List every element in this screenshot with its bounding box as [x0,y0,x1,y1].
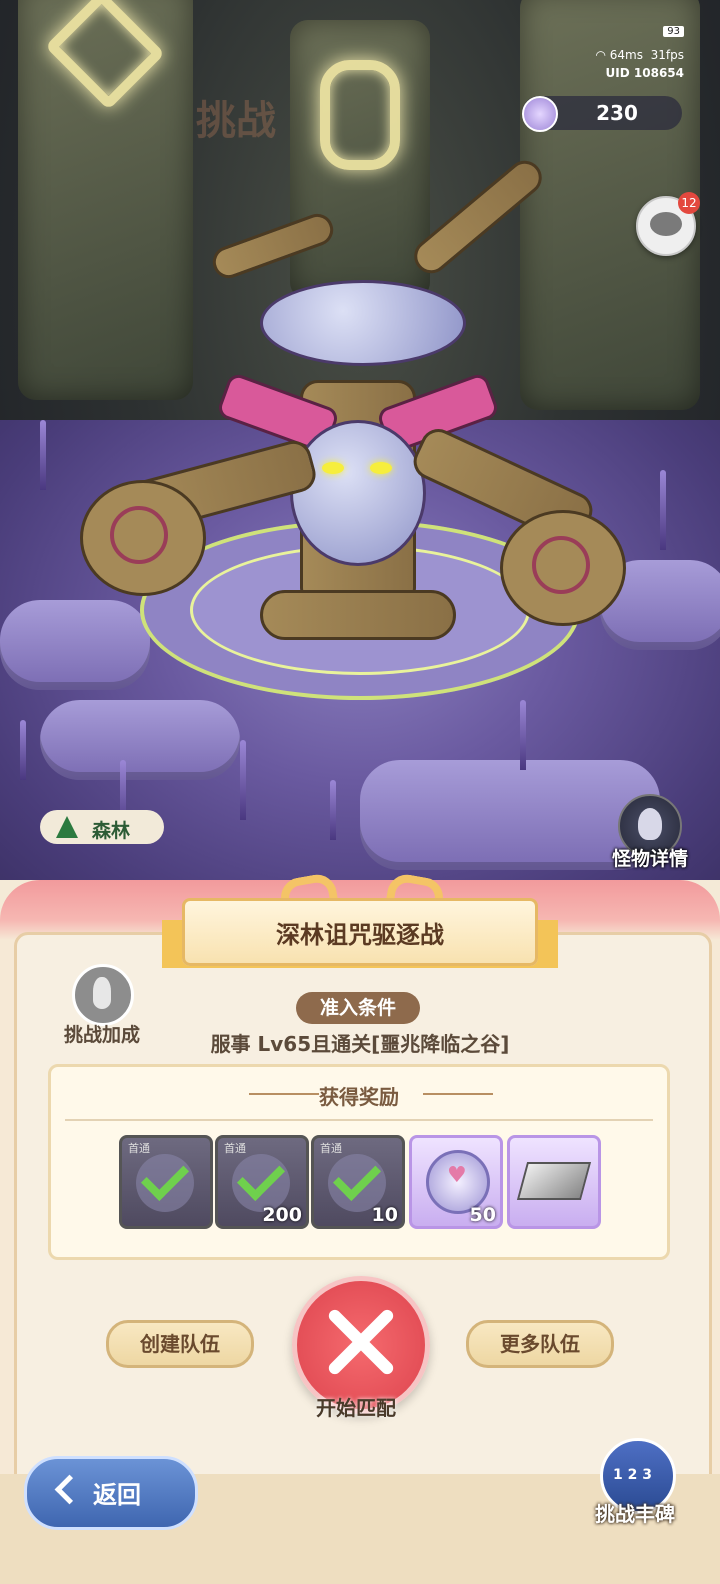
grass-blade [20,720,26,780]
silver-ingot-icon [516,1162,592,1200]
grass-blade [240,740,246,820]
reward-header: 获得奖励 [319,1085,399,1109]
create-team-button[interactable]: 创建队伍 [106,1320,254,1368]
uid-label: UID 108654 [605,66,684,80]
reward-slot[interactable] [507,1135,601,1229]
challenge-monument-button[interactable]: 挑战丰碑 [580,1438,690,1538]
first-clear-tag: 首通 [224,1142,246,1155]
start-match-label: 开始匹配 [316,1396,396,1420]
monster-roots [260,590,456,640]
first-clear-tag: 首通 [320,1142,342,1155]
cheering-person-icon [72,964,134,1026]
environment-badge: 森林 [40,810,164,844]
monster-face [290,420,426,566]
reward-slot[interactable]: 50 [409,1135,503,1229]
monster-eye-right [370,462,392,474]
back-button[interactable]: 返回 [24,1456,198,1530]
faded-title: 挑战 [196,98,276,144]
grass-blade [520,700,526,770]
entry-condition-label: 准入条件 [296,992,420,1024]
currency-amount: 230 [596,101,638,125]
battery-indicator: 93 [663,26,684,37]
network-stats: ◠ 64ms 31fps [595,48,684,62]
monster-eye-left [322,462,344,474]
pine-tree-icon [56,816,78,838]
reward-count: 10 [371,1204,398,1226]
challenge-monument-label: 挑战丰碑 [595,1502,675,1526]
hand-spiral [110,506,168,564]
more-teams-button[interactable]: 更多队伍 [466,1320,614,1368]
currency-display[interactable]: 230 [522,96,682,132]
back-label: 返回 [93,1481,141,1509]
first-clear-tag: 首通 [128,1142,150,1155]
reward-box: 获得奖励 首通 首通 200 首通 10 50 [48,1064,670,1260]
status-info: 93 ◠ 64ms 31fps UID 108654 [570,20,690,82]
tree-monster [70,150,630,670]
environment-label: 森林 [92,820,131,842]
stone-slab [40,700,240,780]
hand-spiral [532,536,590,594]
battle-scene: 挑战 93 ◠ 64ms 31fps UID 108654 230 12 森林 … [0,0,720,900]
grass-blade [40,420,46,490]
monster-detail-button[interactable]: 怪物详情 [600,794,700,874]
wifi-icon: ◠ [595,48,610,62]
divider [65,1119,653,1121]
monster-antler-right [407,153,549,281]
challenge-title-banner: 深林诅咒驱逐战 [182,898,538,966]
monster-canopy [260,280,466,366]
reward-slot[interactable]: 首通 [119,1135,213,1229]
back-arrow-icon [54,1474,85,1505]
monster-detail-label: 怪物详情 [611,848,688,870]
grass-blade [660,470,666,550]
reward-count: 200 [262,1204,302,1226]
reward-count: 50 [469,1204,496,1226]
entry-condition-text: 服事 Lv65且通关[噩兆降临之谷] [210,1032,510,1056]
fps-value: 31fps [650,48,684,62]
ping-value: 64ms [609,48,643,62]
grass-blade [330,780,336,840]
chat-unread-badge: 12 [678,192,700,214]
reward-ornament-right [423,1093,493,1095]
crystal-coin-icon [522,96,558,132]
reward-slot[interactable]: 首通 10 [311,1135,405,1229]
chat-button[interactable]: 12 [636,192,700,256]
chat-bubbles-icon [650,212,682,236]
reward-slot[interactable]: 首通 200 [215,1135,309,1229]
challenge-title: 深林诅咒驱逐战 [276,921,444,949]
monster-antler-left [208,209,338,283]
